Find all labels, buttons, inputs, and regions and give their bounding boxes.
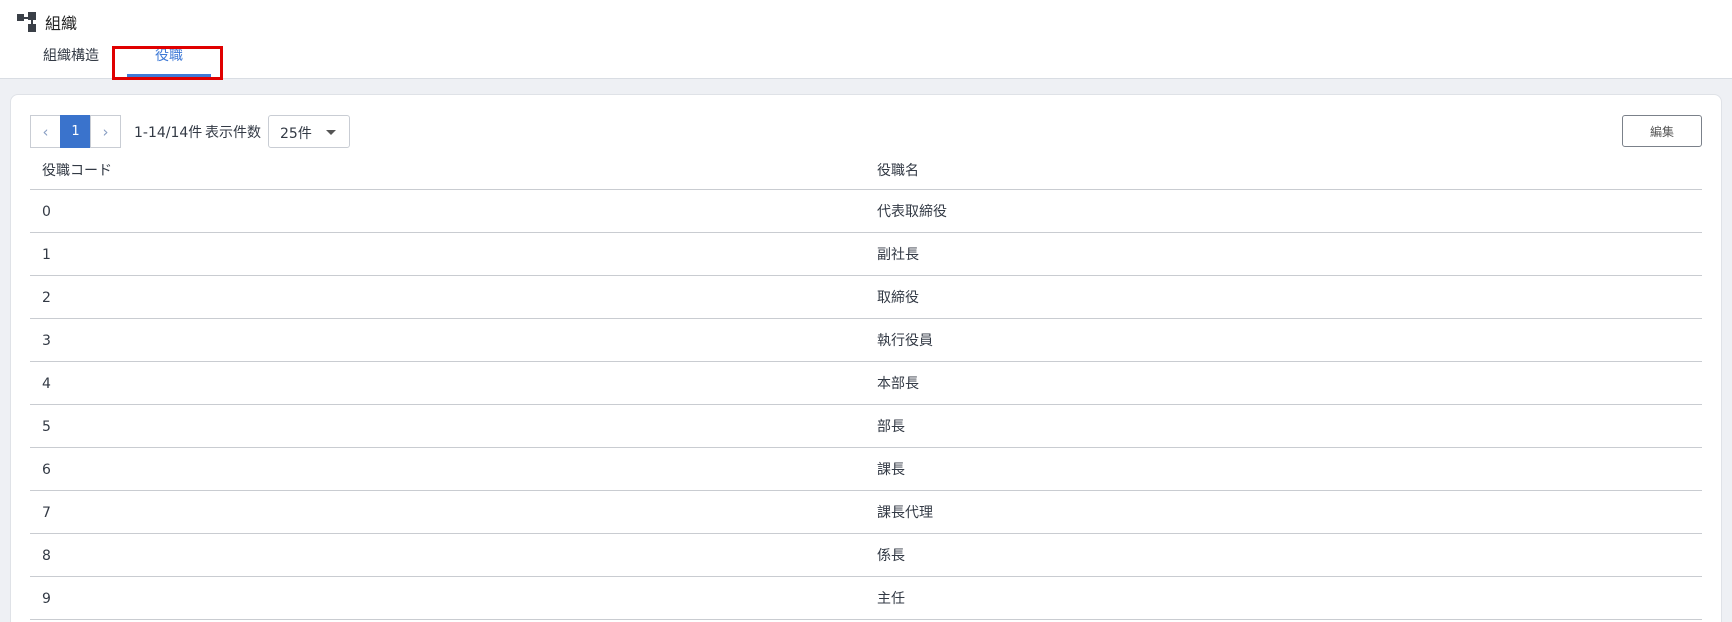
position-code-cell: 3	[42, 333, 51, 349]
next-page-button[interactable]: ›	[90, 115, 121, 148]
table-row[interactable]: 3 執行役員	[30, 319, 1702, 362]
chevron-left-icon: ‹	[42, 122, 49, 141]
table-row[interactable]: 1 副社長	[30, 233, 1702, 276]
position-code-cell: 4	[42, 376, 51, 392]
highlight-annotation	[112, 46, 223, 80]
position-code-cell: 7	[42, 505, 51, 521]
tab-organization-structure[interactable]: 組織構造	[41, 46, 101, 79]
column-header-code: 役職コード	[42, 163, 112, 179]
position-name-cell: 課長	[877, 462, 905, 478]
page-header: 組織	[17, 11, 77, 33]
caret-down-icon	[326, 130, 336, 135]
position-code-cell: 8	[42, 548, 51, 564]
page-size-select[interactable]: 25件	[268, 115, 350, 148]
column-header-name: 役職名	[877, 163, 919, 179]
position-name-cell: 部長	[877, 419, 905, 435]
position-name-cell: 副社長	[877, 247, 919, 263]
page-title: 組織	[45, 14, 78, 33]
positions-table: 役職コード 役職名 0 代表取締役 1 副社長 2 取締役 3 執行役員 4 本…	[30, 150, 1702, 620]
table-row[interactable]: 0 代表取締役	[30, 190, 1702, 233]
table-header: 役職コード 役職名	[30, 150, 1702, 190]
table-row[interactable]: 4 本部長	[30, 362, 1702, 405]
table-row[interactable]: 6 課長	[30, 448, 1702, 491]
position-code-cell: 0	[42, 204, 51, 220]
position-name-cell: 執行役員	[877, 333, 933, 349]
position-code-cell: 6	[42, 462, 51, 478]
page-1-button[interactable]: 1	[60, 115, 91, 148]
org-chart-icon	[17, 12, 37, 32]
record-range-text: 1-14/14件	[134, 125, 203, 141]
table-row[interactable]: 5 部長	[30, 405, 1702, 448]
pagination: ‹ 1 ›	[30, 115, 121, 148]
page-size-label: 表示件数	[205, 125, 261, 141]
position-code-cell: 5	[42, 419, 51, 435]
position-code-cell: 9	[42, 591, 51, 607]
position-name-cell: 主任	[877, 591, 905, 607]
position-code-cell: 2	[42, 290, 51, 306]
position-name-cell: 係長	[877, 548, 905, 564]
page-size-value: 25件	[280, 126, 312, 142]
position-name-cell: 課長代理	[877, 505, 933, 521]
chevron-right-icon: ›	[102, 122, 109, 141]
position-name-cell: 取締役	[877, 290, 919, 306]
table-row[interactable]: 7 課長代理	[30, 491, 1702, 534]
position-name-cell: 代表取締役	[877, 204, 947, 220]
position-code-cell: 1	[42, 247, 51, 263]
position-name-cell: 本部長	[877, 376, 919, 392]
tab-label: 組織構造	[43, 48, 99, 64]
table-row[interactable]: 9 主任	[30, 577, 1702, 620]
edit-button[interactable]: 編集	[1622, 115, 1702, 147]
prev-page-button[interactable]: ‹	[30, 115, 61, 148]
top-bar: 組織 組織構造 役職	[0, 0, 1732, 79]
table-row[interactable]: 2 取締役	[30, 276, 1702, 319]
table-row[interactable]: 8 係長	[30, 534, 1702, 577]
